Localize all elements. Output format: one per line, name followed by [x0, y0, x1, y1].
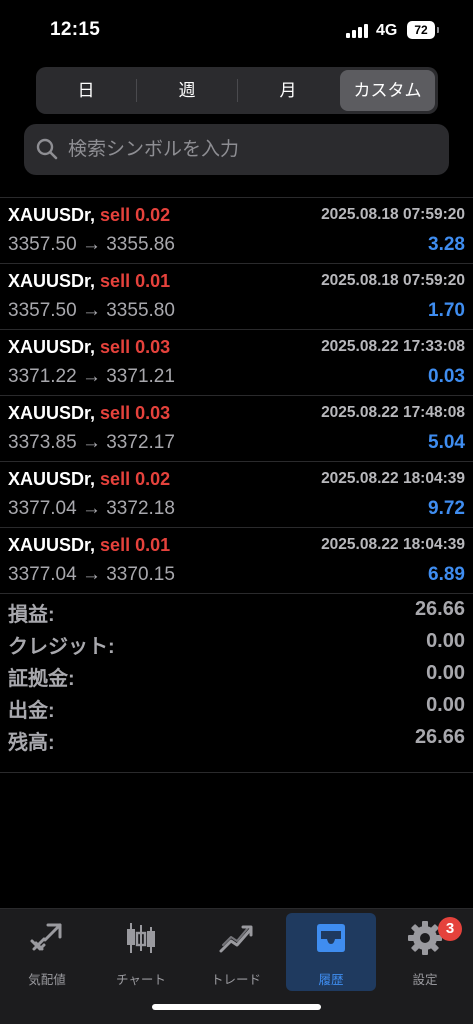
deal-profit: 9.72: [428, 498, 465, 519]
deal-type-volume: sell 0.02: [100, 205, 171, 225]
summary-label: 証拠金:: [8, 668, 75, 690]
deal-type-volume: sell 0.03: [100, 403, 171, 423]
deal-time: 2025.08.22 18:04:39: [321, 470, 465, 487]
summary-row-credit: クレジット: 0.00: [0, 626, 473, 658]
summary-label: 出金:: [8, 700, 55, 722]
account-summary: 損益: 26.66 クレジット: 0.00 証拠金: 0.00 出金: 0.00…: [0, 593, 473, 754]
deal-type-volume: sell 0.03: [100, 337, 171, 357]
deal-profit: 1.70: [428, 300, 465, 321]
deals-list: XAUUSDr, sell 0.02 2025.08.18 07:59:20 3…: [0, 197, 473, 593]
deal-profit: 6.89: [428, 564, 465, 585]
deal-type-volume: sell 0.01: [100, 535, 171, 555]
deal-prices: 3371.22 → 3371.21: [8, 366, 175, 387]
summary-row-withdrawal: 出金: 0.00: [0, 690, 473, 722]
summary-label: クレジット:: [8, 636, 115, 658]
history-icon: [317, 924, 345, 952]
tab-label: 履歴: [318, 973, 344, 987]
deal-symbol: XAUUSDr,: [8, 535, 96, 555]
summary-row-margin: 証拠金: 0.00: [0, 658, 473, 690]
deal-time: 2025.08.22 17:48:08: [321, 404, 465, 421]
deal-time: 2025.08.22 18:04:39: [321, 536, 465, 553]
deal-profit: 5.04: [428, 432, 465, 453]
search-icon: [36, 138, 58, 160]
tab-week[interactable]: 週: [137, 67, 237, 114]
deal-symbol: XAUUSDr,: [8, 469, 96, 489]
quotes-icon: [30, 923, 62, 951]
summary-label: 損益:: [8, 604, 55, 626]
chart-icon: [127, 923, 155, 953]
status-bar: 12:15 4G 72: [0, 0, 473, 60]
summary-row-profit: 損益: 26.66: [0, 594, 473, 626]
home-indicator[interactable]: [152, 1004, 321, 1010]
trade-icon: [219, 925, 253, 953]
deal-row[interactable]: XAUUSDr, sell 0.01 2025.08.18 07:59:20 3…: [0, 263, 473, 329]
deal-symbol: XAUUSDr,: [8, 271, 96, 291]
summary-value: 26.66: [414, 726, 465, 748]
battery-icon: 72: [407, 21, 439, 39]
deal-symbol: XAUUSDr,: [8, 403, 96, 423]
network-type: 4G: [376, 22, 398, 39]
tab-day[interactable]: 日: [36, 67, 136, 114]
deal-time: 2025.08.18 07:59:20: [321, 206, 465, 223]
deal-prices: 3357.50 → 3355.86: [8, 234, 175, 255]
deal-prices: 3377.04 → 3372.18: [8, 498, 175, 519]
deal-row[interactable]: XAUUSDr, sell 0.01 2025.08.22 18:04:39 3…: [0, 527, 473, 593]
tab-trade[interactable]: トレード: [191, 913, 281, 991]
deal-profit: 0.03: [428, 366, 465, 387]
deal-symbol: XAUUSDr,: [8, 205, 96, 225]
summary-value: 26.66: [414, 598, 465, 620]
summary-value: 0.00: [426, 694, 465, 716]
deal-type-volume: sell 0.01: [100, 271, 171, 291]
deal-row[interactable]: XAUUSDr, sell 0.02 2025.08.22 18:04:39 3…: [0, 461, 473, 527]
summary-value: 0.00: [426, 630, 465, 652]
period-segmented-control: 日 週 月 カスタム: [36, 67, 438, 114]
deal-profit: 3.28: [428, 234, 465, 255]
tab-history[interactable]: 履歴: [286, 913, 376, 991]
deal-prices: 3373.85 → 3372.17: [8, 432, 175, 453]
cellular-signal-icon: [346, 24, 370, 38]
status-time: 12:15: [50, 19, 101, 40]
tab-month[interactable]: 月: [238, 67, 338, 114]
deal-time: 2025.08.18 07:59:20: [321, 272, 465, 289]
deal-prices: 3357.50 → 3355.80: [8, 300, 175, 321]
tab-quotes[interactable]: 気配値: [2, 913, 92, 991]
summary-row-balance: 残高: 26.66: [0, 722, 473, 754]
deal-prices: 3377.04 → 3370.15: [8, 564, 175, 585]
tab-custom[interactable]: カスタム: [340, 70, 435, 111]
symbol-search-bar: [24, 124, 449, 175]
tab-label: チャート: [116, 973, 166, 987]
tab-label: 設定: [412, 973, 438, 987]
tab-label: トレード: [210, 973, 261, 987]
deal-row[interactable]: XAUUSDr, sell 0.03 2025.08.22 17:48:08 3…: [0, 395, 473, 461]
deal-row[interactable]: XAUUSDr, sell 0.03 2025.08.22 17:33:08 3…: [0, 329, 473, 395]
settings-notification-badge: 3: [438, 917, 462, 941]
summary-value: 0.00: [426, 662, 465, 684]
tab-chart[interactable]: チャート: [96, 913, 186, 991]
deal-time: 2025.08.22 17:33:08: [321, 338, 465, 355]
mt5-history-screen: 12:15 4G 72 日 週 月 カスタム XAUUSDr, sell 0.0…: [0, 0, 473, 1024]
tab-label: 気配値: [28, 973, 66, 987]
summary-divider: [0, 772, 473, 773]
deal-type-volume: sell 0.02: [100, 469, 171, 489]
summary-label: 残高:: [8, 732, 55, 754]
deal-row[interactable]: XAUUSDr, sell 0.02 2025.08.18 07:59:20 3…: [0, 197, 473, 263]
search-input[interactable]: [66, 124, 438, 175]
deal-symbol: XAUUSDr,: [8, 337, 96, 357]
